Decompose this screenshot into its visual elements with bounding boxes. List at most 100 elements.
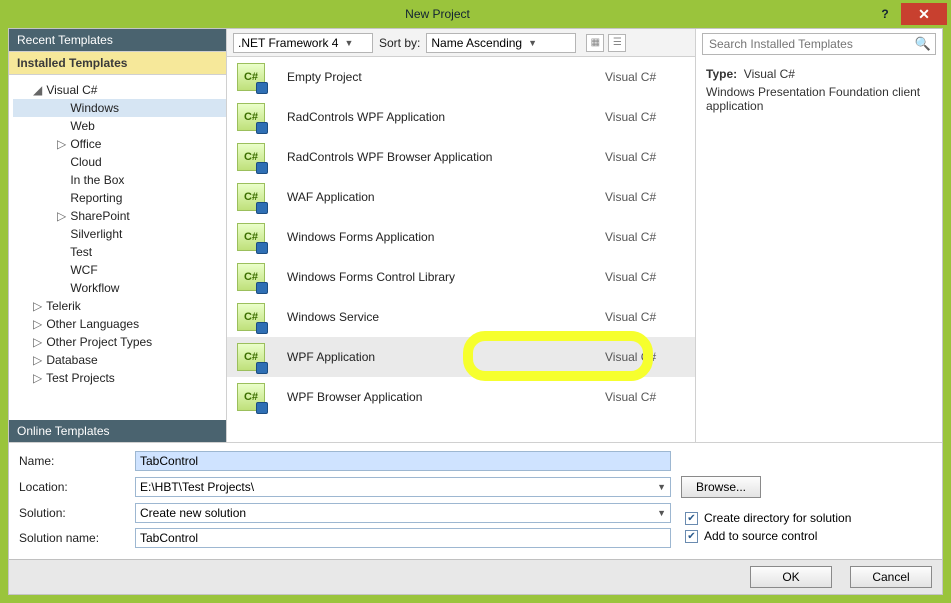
browse-button[interactable]: Browse... [681,476,761,498]
csharp-project-icon: C# [237,103,265,131]
close-icon[interactable]: ✕ [901,3,947,25]
tree-item[interactable]: ▷ Other Project Types [13,333,226,351]
templates-sidebar: Recent Templates Installed Templates ◢ V… [9,29,227,442]
template-info: Type: Visual C# Windows Presentation Fou… [696,59,942,121]
tree-item[interactable]: Reporting [13,189,226,207]
template-row[interactable]: C# Empty ProjectVisual C# [227,57,695,97]
csharp-project-icon: C# [237,383,265,411]
solution-value: Create new solution [140,506,246,520]
center-column: .NET Framework 4 ▼ Sort by: Name Ascendi… [227,29,696,442]
sortby-value: Name Ascending [431,36,522,50]
type-value: Visual C# [744,67,795,81]
sortby-combo[interactable]: Name Ascending ▼ [426,33,576,53]
info-pane: 🔍 Type: Visual C# Windows Presentation F… [696,29,942,442]
tree-item[interactable]: ◢ Visual C# [13,81,226,99]
template-name: WPF Browser Application [281,390,605,404]
list-toolbar: .NET Framework 4 ▼ Sort by: Name Ascendi… [227,29,695,57]
create-directory-label: Create directory for solution [704,511,851,525]
template-row[interactable]: C#Windows Forms ApplicationVisual C# [227,217,695,257]
recent-templates-header[interactable]: Recent Templates [9,29,226,51]
top-zone: Recent Templates Installed Templates ◢ V… [9,29,942,442]
solution-combo[interactable]: Create new solution ▼ [135,503,671,523]
tree-item[interactable]: ▷ Test Projects [13,369,226,387]
template-row[interactable]: C# RadControls WPF Browser ApplicationVis… [227,137,695,177]
solution-label: Solution: [19,506,135,520]
template-list[interactable]: C#Empty ProjectVisual C#C#RadControls WP… [227,57,695,442]
template-language: Visual C# [605,230,685,244]
template-name: Empty Project [281,70,605,84]
twisty-icon: ▷ [33,335,43,349]
tree-item[interactable]: ▷ Other Languages [13,315,226,333]
template-name: Windows Service [281,310,605,324]
template-row[interactable]: C#WPF ApplicationVisual C# [227,337,695,377]
location-value: E:\HBT\Test Projects\ [140,480,254,494]
project-form: Name: Location: E:\HBT\Test Projects\ ▼ … [9,442,942,559]
framework-value: .NET Framework 4 [238,36,338,50]
template-row[interactable]: C# WPF Browser ApplicationVisual C# [227,377,695,417]
tree-item[interactable]: Windows [13,99,226,117]
twisty-icon: ▷ [33,317,43,331]
chevron-down-icon: ▼ [528,38,537,48]
location-combo[interactable]: E:\HBT\Test Projects\ ▼ [135,477,671,497]
tree-item[interactable]: Test [13,243,226,261]
twisty-icon: ◢ [33,83,43,97]
chevron-down-icon: ▼ [657,482,666,492]
cancel-button[interactable]: Cancel [850,566,932,588]
installed-templates-header[interactable]: Installed Templates [9,51,226,75]
chevron-down-icon: ▼ [657,508,666,518]
template-language: Visual C# [605,70,685,84]
csharp-project-icon: C# [237,63,265,91]
solution-name-field[interactable] [135,528,671,548]
tree-item[interactable]: WCF [13,261,226,279]
dialog-footer: OK Cancel [9,559,942,594]
checkbox-icon: ✔ [685,512,698,525]
name-label: Name: [19,454,135,468]
view-small-icon[interactable]: ☰ [608,34,626,52]
template-language: Visual C# [605,150,685,164]
csharp-project-icon: C# [237,183,265,211]
template-row[interactable]: C# WAF ApplicationVisual C# [227,177,695,217]
template-name: RadControls WPF Browser Application [281,150,605,164]
tree-item[interactable]: Workflow [13,279,226,297]
template-language: Visual C# [605,310,685,324]
tree-item[interactable]: Silverlight [13,225,226,243]
checkbox-icon: ✔ [685,530,698,543]
name-field[interactable] [135,451,671,471]
template-row[interactable]: C#Windows ServiceVisual C# [227,297,695,337]
create-directory-checkbox[interactable]: ✔ Create directory for solution [685,511,851,525]
title-bar: New Project ? ✕ [0,0,951,28]
search-icon[interactable]: 🔍 [915,36,931,52]
csharp-project-icon: C# [237,343,265,371]
template-language: Visual C# [605,390,685,404]
tree-item[interactable]: ▷ Telerik [13,297,226,315]
template-language: Visual C# [605,190,685,204]
framework-combo[interactable]: .NET Framework 4 ▼ [233,33,373,53]
window-title: New Project [0,7,875,21]
template-name: WAF Application [281,190,605,204]
tree-item[interactable]: Cloud [13,153,226,171]
tree-item[interactable]: ▷ Database [13,351,226,369]
tree-item[interactable]: ▷ Office [13,135,226,153]
view-medium-icon[interactable]: ▦ [586,34,604,52]
ok-button[interactable]: OK [750,566,832,588]
twisty-icon: ▷ [33,299,43,313]
twisty-icon: ▷ [57,209,67,223]
template-row[interactable]: C#RadControls WPF ApplicationVisual C# [227,97,695,137]
search-box[interactable]: 🔍 [702,33,936,55]
help-icon[interactable]: ? [875,4,895,24]
csharp-project-icon: C# [237,143,265,171]
search-input[interactable] [707,36,915,52]
dialog-panel: Recent Templates Installed Templates ◢ V… [8,28,943,595]
tree-item[interactable]: ▷ SharePoint [13,207,226,225]
template-row[interactable]: C#Windows Forms Control LibraryVisual C# [227,257,695,297]
solution-name-label: Solution name: [19,531,135,545]
tree-item[interactable]: In the Box [13,171,226,189]
twisty-icon: ▷ [33,353,43,367]
template-language: Visual C# [605,350,685,364]
template-name: Windows Forms Control Library [281,270,605,284]
tree-item[interactable]: Web [13,117,226,135]
online-templates-header[interactable]: Online Templates [9,420,226,442]
source-control-checkbox[interactable]: ✔ Add to source control [685,529,851,543]
twisty-icon: ▷ [33,371,43,385]
template-language: Visual C# [605,110,685,124]
